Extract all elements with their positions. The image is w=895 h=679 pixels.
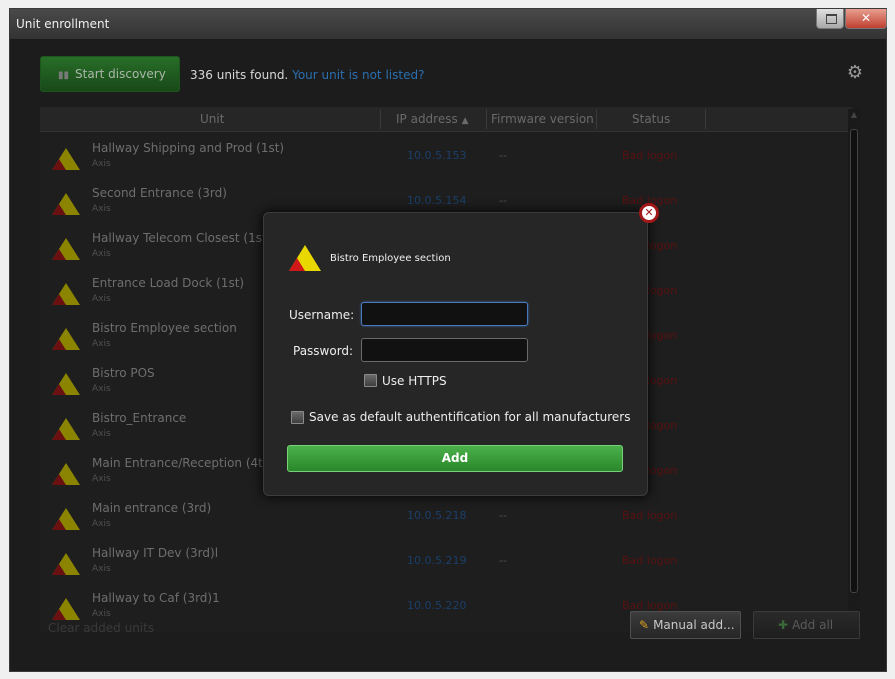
unit-manufacturer: Axis: [92, 519, 111, 529]
unit-firmware: --: [499, 194, 507, 207]
column-divider: [705, 109, 706, 129]
column-divider: [486, 109, 487, 129]
axis-logo-icon: [52, 463, 80, 485]
axis-logo-icon: [52, 193, 80, 215]
unit-name: Second Entrance (3rd): [92, 186, 227, 200]
sort-ascending-icon: ▲: [461, 116, 469, 126]
save-default-auth-label: Save as default authentification for all…: [309, 410, 631, 424]
axis-logo-icon: [52, 508, 80, 530]
unit-enrollment-window: Unit enrollment ✕ ▮▮ Start discovery 336 …: [9, 8, 887, 672]
unit-not-listed-link[interactable]: Your unit is not listed?: [292, 68, 424, 82]
unit-firmware: --: [499, 509, 507, 522]
column-header-ip[interactable]: IP address ▲: [396, 112, 468, 126]
column-header-ip-label: IP address: [396, 112, 458, 126]
unit-firmware: --: [499, 554, 507, 567]
scroll-up-icon[interactable]: ▲: [848, 109, 860, 121]
window-close-button[interactable]: ✕: [845, 9, 887, 29]
clear-added-units-link[interactable]: Clear added units: [48, 621, 154, 635]
add-all-button[interactable]: ✚ Add all: [753, 611, 860, 639]
password-field[interactable]: [361, 338, 528, 362]
column-header-unit[interactable]: Unit: [200, 112, 224, 126]
unit-name: Hallway to Caf (3rd)1: [92, 591, 220, 605]
column-header-firmware[interactable]: Firmware version: [491, 112, 594, 126]
axis-logo-icon: [52, 418, 80, 440]
unit-ip: 10.0.5.154: [407, 194, 467, 207]
unit-manufacturer: Axis: [92, 429, 111, 439]
unit-name: Main entrance (3rd): [92, 501, 212, 515]
use-https-label: Use HTTPS: [382, 374, 447, 388]
use-https-checkbox[interactable]: [364, 374, 377, 387]
add-all-label: Add all: [792, 618, 834, 632]
unit-status: Bad logon: [622, 554, 678, 567]
authentication-dialog: ✕ Bistro Employee section Username: Pass…: [263, 203, 659, 496]
unit-manufacturer: Axis: [92, 339, 111, 349]
start-discovery-label: Start discovery: [75, 67, 166, 81]
table-header: Unit IP address ▲ Firmware version Statu…: [40, 107, 852, 132]
main-content: ▮▮ Start discovery 336 units found. Your …: [10, 39, 886, 671]
maximize-button[interactable]: [816, 9, 844, 29]
unit-manufacturer: Axis: [92, 159, 111, 169]
plus-icon: ✚: [778, 618, 789, 632]
unit-manufacturer: Axis: [92, 564, 111, 574]
axis-logo-icon: [52, 598, 80, 620]
unit-status: Bad logon: [622, 149, 678, 162]
unit-status: Bad logon: [622, 509, 678, 522]
axis-logo-icon: [52, 373, 80, 395]
axis-logo-icon: [52, 553, 80, 575]
save-default-auth-checkbox[interactable]: [291, 411, 304, 424]
unit-manufacturer: Axis: [92, 384, 111, 394]
title-bar[interactable]: Unit enrollment ✕: [10, 9, 887, 39]
pencil-icon: ✎: [639, 618, 650, 632]
password-label: Password:: [293, 344, 354, 358]
unit-name: Main Entrance/Reception (4th): [92, 456, 276, 470]
username-label: Username:: [289, 308, 355, 322]
axis-logo-icon: [52, 238, 80, 260]
unit-firmware: --: [499, 149, 507, 162]
table-row[interactable]: Main entrance (3rd) Axis 10.0.5.218 -- Bad l…: [40, 493, 852, 538]
add-button[interactable]: Add: [287, 445, 623, 472]
column-divider: [596, 109, 597, 129]
table-row[interactable]: Hallway Shipping and Prod (1st) Axis 10.0.…: [40, 133, 852, 178]
units-found-text: 336 units found. Your unit is not listed…: [190, 68, 424, 82]
column-header-status[interactable]: Status: [632, 112, 670, 126]
unit-ip: 10.0.5.218: [407, 509, 467, 522]
unit-ip: 10.0.5.153: [407, 149, 467, 162]
unit-manufacturer: Axis: [92, 294, 111, 304]
manual-add-label: Manual add...: [653, 618, 735, 632]
gear-icon[interactable]: ⚙: [845, 63, 865, 83]
unit-name: Hallway IT Dev (3rd)l: [92, 546, 219, 560]
unit-name: Bistro Employee section: [92, 321, 237, 335]
scrollbar-thumb[interactable]: [850, 129, 858, 593]
axis-logo-icon: [52, 148, 80, 170]
binoculars-icon: ▮▮: [58, 70, 70, 81]
unit-manufacturer: Axis: [92, 204, 111, 214]
unit-ip: 10.0.5.220: [407, 599, 467, 612]
window-title: Unit enrollment: [16, 17, 110, 31]
manual-add-button[interactable]: ✎ Manual add...: [630, 611, 741, 639]
unit-ip: 10.0.5.219: [407, 554, 467, 567]
unit-manufacturer: Axis: [92, 249, 111, 259]
dialog-unit-name: Bistro Employee section: [330, 253, 451, 264]
unit-name: Hallway Telecom Closest (1st): [92, 231, 272, 245]
start-discovery-button[interactable]: ▮▮ Start discovery: [40, 56, 180, 92]
unit-manufacturer: Axis: [92, 474, 111, 484]
username-field[interactable]: [361, 302, 528, 326]
unit-manufacturer: Axis: [92, 609, 111, 619]
axis-logo-icon: [52, 283, 80, 305]
unit-name: Bistro_Entrance: [92, 411, 187, 425]
unit-name: Entrance Load Dock (1st): [92, 276, 245, 290]
column-divider: [380, 109, 381, 129]
axis-logo-icon: [52, 328, 80, 350]
close-icon[interactable]: ✕: [639, 203, 659, 223]
unit-name: Hallway Shipping and Prod (1st): [92, 141, 285, 155]
table-row[interactable]: Hallway IT Dev (3rd)l Axis 10.0.5.219 -- Bad…: [40, 538, 852, 583]
unit-name: Bistro POS: [92, 366, 155, 380]
units-found-count: 336 units found.: [190, 68, 289, 82]
axis-logo-icon: [289, 245, 321, 271]
